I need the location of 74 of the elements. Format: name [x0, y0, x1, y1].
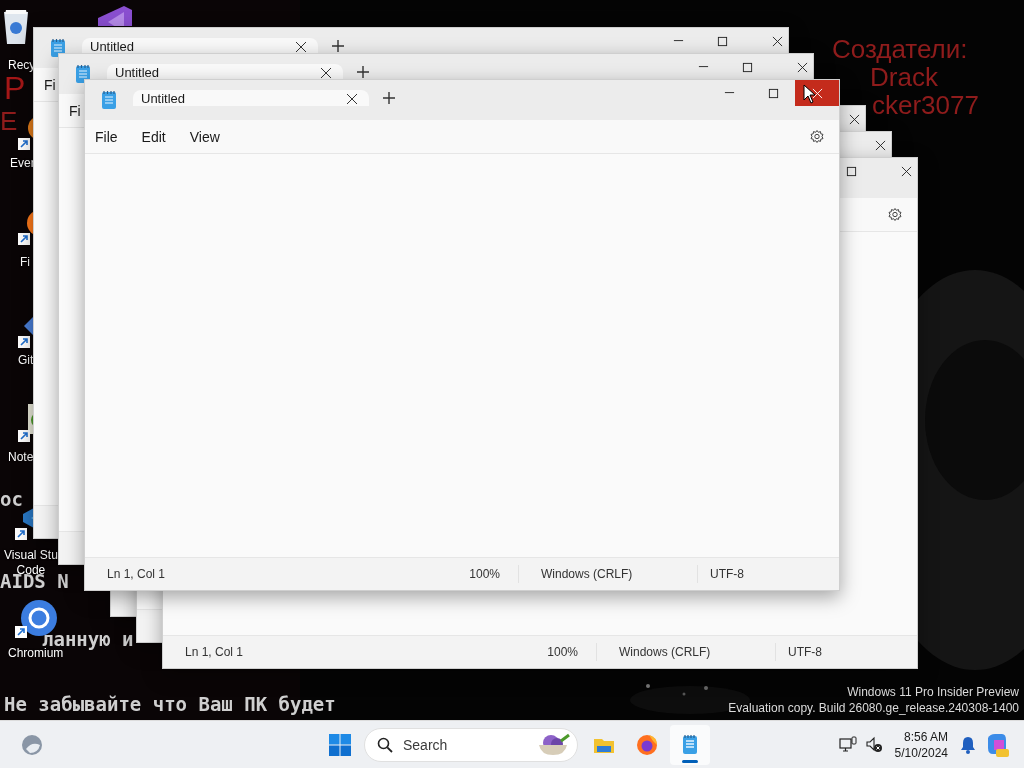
bowl-icon: [537, 732, 571, 757]
plus-icon: [357, 66, 369, 78]
wallpaper-text: Drack: [870, 64, 938, 90]
tab[interactable]: Untitled: [107, 64, 343, 80]
wallpaper-text: Создатели:: [832, 36, 968, 62]
close-icon: [347, 94, 357, 104]
menu-item[interactable]: File: [95, 128, 118, 145]
network-icon[interactable]: [838, 735, 857, 754]
menu-item[interactable]: Fi: [44, 76, 56, 93]
maximize-icon: [716, 35, 728, 47]
new-tab-button[interactable]: [332, 40, 344, 52]
cursor-position-text: Ln 1, Col 1: [185, 645, 244, 659]
search-bar[interactable]: Search: [364, 727, 578, 762]
settings-icon: [887, 206, 903, 223]
desktop-icon-label[interactable]: Fi: [20, 255, 30, 270]
encoding-text: UTF-8: [710, 567, 744, 581]
wallpaper-text: Р: [4, 72, 26, 104]
desktop-icon-label[interactable]: Note: [8, 450, 34, 465]
line-ending-text: Windows (CRLF): [541, 567, 633, 581]
notepad-icon: [75, 64, 91, 84]
tab[interactable]: Untitled: [133, 90, 369, 106]
maximize-icon: [741, 61, 753, 73]
zoom-text: 100%: [547, 645, 578, 659]
new-tab-button[interactable]: [357, 66, 369, 78]
close-tab-button[interactable]: [347, 94, 357, 104]
windows-icon: [328, 732, 352, 757]
close-icon: [874, 139, 886, 151]
close-icon: [796, 61, 808, 73]
zoom-text: 100%: [469, 567, 500, 581]
wallpaper-text: Е: [0, 108, 18, 134]
menu-item[interactable]: View: [189, 128, 220, 145]
bell-icon[interactable]: [960, 735, 976, 754]
close-tab-button[interactable]: [321, 68, 331, 78]
wallpaper-text: cker3077: [872, 92, 979, 118]
notepad-button[interactable]: [670, 724, 710, 765]
plus-icon: [383, 92, 395, 104]
watermark-text: Windows 11 Pro Insider Preview: [847, 684, 1019, 700]
notepad-icon: [101, 90, 117, 110]
wallpaper-text: Не забывайте что Ваш ПК будет: [4, 695, 336, 714]
maximize-icon: [767, 87, 779, 99]
clock[interactable]: 8:56 AM 5/10/2024: [894, 728, 948, 761]
close-icon: [900, 165, 912, 177]
wallpaper-text: ос: [0, 490, 23, 509]
notepad-icon: [50, 38, 66, 58]
close-tab-button[interactable]: [296, 42, 306, 52]
cursor-position-text: Ln 1, Col 1: [107, 567, 166, 581]
desktop-icon-label[interactable]: Chromium: [8, 646, 64, 661]
settings-button[interactable]: [809, 128, 825, 145]
desktop-icon-label[interactable]: Git: [18, 353, 34, 368]
close-icon: [848, 113, 860, 125]
tab[interactable]: Untitled: [82, 38, 318, 54]
watermark-text: Evaluation copy. Build 26080.ge_release.240308-1400: [728, 700, 1019, 716]
cursor-icon: [803, 84, 817, 104]
new-tab-button[interactable]: [383, 92, 395, 104]
encoding-text: UTF-8: [788, 645, 822, 659]
close-icon: [811, 87, 823, 99]
search-icon: [377, 736, 393, 753]
close-icon: [771, 35, 783, 47]
settings-icon: [809, 128, 825, 145]
maximize-icon: [845, 165, 857, 177]
settings-button[interactable]: [887, 206, 903, 223]
menu-item[interactable]: Fi: [69, 102, 81, 119]
date-text: 5/10/2024: [894, 744, 948, 761]
globe-icon[interactable]: [20, 732, 44, 757]
line-ending-text: Windows (CRLF): [619, 645, 711, 659]
menu-item[interactable]: Edit: [141, 128, 166, 145]
plus-icon: [332, 40, 344, 52]
close-icon: [321, 68, 331, 78]
time-text: 8:56 AM: [903, 728, 948, 745]
muted-speaker-icon[interactable]: [864, 735, 883, 754]
firefox-icon: [635, 732, 659, 757]
close-icon: [296, 42, 306, 52]
search-input[interactable]: Search: [401, 735, 515, 754]
wallpaper-text: ланную и: [42, 630, 134, 649]
